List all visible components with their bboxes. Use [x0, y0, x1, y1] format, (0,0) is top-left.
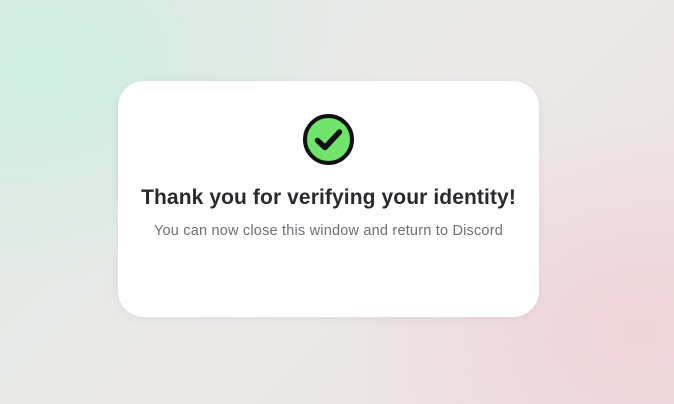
- success-message: You can now close this window and return…: [154, 223, 503, 239]
- verification-success-card: Thank you for verifying your identity! Y…: [118, 81, 539, 317]
- success-title: Thank you for verifying your identity!: [141, 186, 516, 209]
- check-circle-icon: [303, 114, 354, 165]
